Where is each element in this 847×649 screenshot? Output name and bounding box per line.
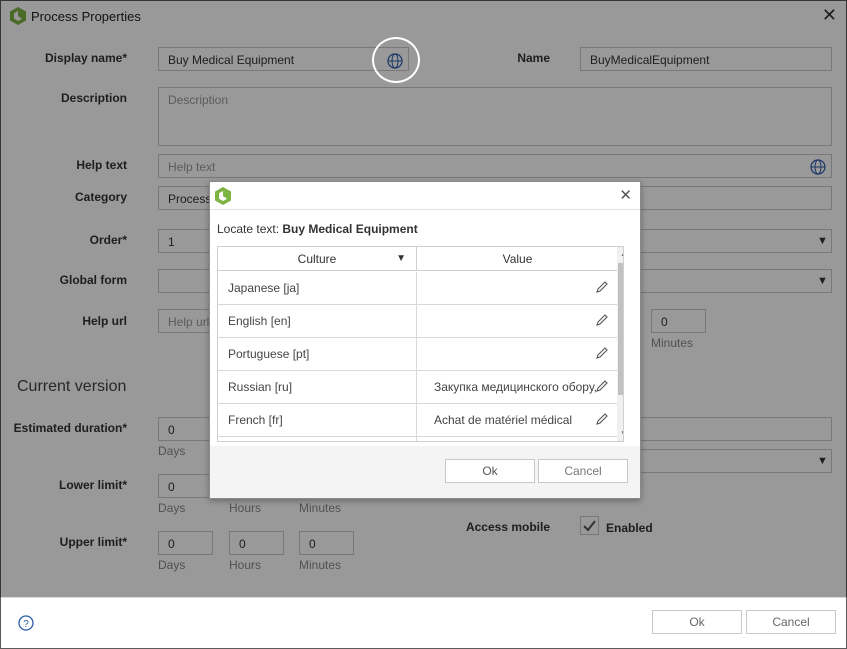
table-row: French [fr] Achat de matériel médical: [218, 404, 617, 437]
globe-highlight-circle: [372, 37, 420, 83]
scroll-down-icon[interactable]: ▼: [620, 429, 623, 438]
pencil-icon[interactable]: [595, 313, 609, 327]
dialog-cancel-button[interactable]: Cancel: [538, 459, 628, 483]
locate-text-prefix: Locate text:: [217, 222, 283, 236]
table-row: Russian [ru] Закупка медицинского обору,: [218, 371, 617, 404]
culture-cell: [218, 437, 417, 441]
sort-chevron-down-icon: ▼: [396, 253, 406, 264]
value-cell: [418, 305, 598, 338]
pencil-icon[interactable]: [595, 379, 609, 393]
value-cell: [418, 272, 598, 305]
scrollbar-thumb[interactable]: [618, 263, 623, 395]
table-row: Japanese [ja]: [218, 272, 617, 305]
value-cell: Achat de matériel médical: [434, 413, 573, 427]
value-cell: Закупка медицинского обору,: [434, 380, 597, 394]
table-row: Portuguese [pt]: [218, 338, 617, 371]
culture-cell: Russian [ru]: [218, 371, 417, 404]
svg-text:?: ?: [23, 619, 29, 630]
culture-cell: English [en]: [218, 305, 417, 338]
culture-column-label: Culture: [297, 252, 337, 266]
dialog-ok-button[interactable]: Ok: [445, 459, 535, 483]
value-column-label: Value: [502, 252, 533, 266]
culture-grid: Culture ▼ Value Japanese [ja] English [e…: [217, 246, 624, 442]
pencil-icon[interactable]: [595, 346, 609, 360]
grid-scrollbar[interactable]: ▲ ▼: [617, 247, 623, 441]
table-row: English [en]: [218, 305, 617, 338]
window-footer: ? Ok Cancel: [1, 597, 846, 648]
dialog-logo-icon: [215, 187, 231, 205]
locate-text-value: Buy Medical Equipment: [282, 222, 418, 236]
culture-cell: French [fr]: [218, 404, 417, 437]
dialog-close-icon[interactable]: ✕: [619, 186, 632, 204]
pencil-icon[interactable]: [595, 280, 609, 294]
scroll-up-icon[interactable]: ▲: [620, 249, 623, 258]
culture-cell: Portuguese [pt]: [218, 338, 417, 371]
value-cell: [418, 338, 598, 371]
table-row-partial: [218, 437, 617, 441]
pencil-icon[interactable]: [595, 412, 609, 426]
locate-text: Locate text: Buy Medical Equipment: [217, 222, 418, 236]
window-ok-button[interactable]: Ok: [652, 610, 742, 634]
dialog-footer: Ok Cancel: [210, 446, 640, 498]
window-cancel-button[interactable]: Cancel: [746, 610, 836, 634]
dialog-header: ✕: [210, 182, 640, 210]
grid-header: Culture ▼ Value: [218, 247, 617, 271]
help-icon[interactable]: ?: [18, 615, 34, 631]
value-column-header[interactable]: Value: [418, 247, 617, 271]
culture-cell: Japanese [ja]: [218, 272, 417, 305]
locate-text-dialog: ✕ Locate text: Buy Medical Equipment Cul…: [209, 181, 641, 499]
culture-column-header[interactable]: Culture ▼: [218, 247, 417, 271]
